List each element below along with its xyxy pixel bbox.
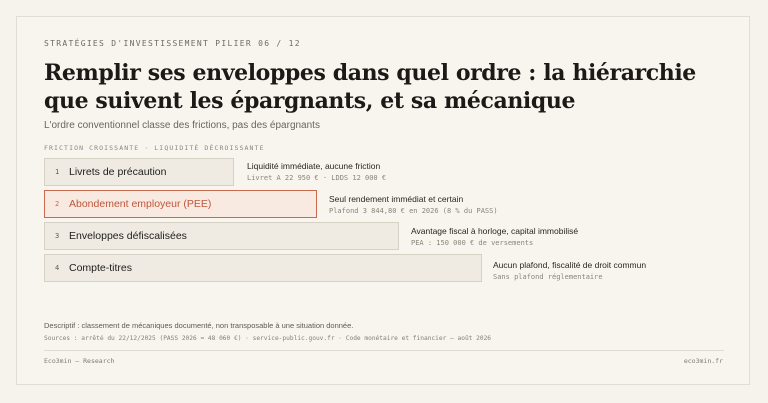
page-title: Remplir ses enveloppes dans quel ordre :…	[44, 60, 696, 114]
step-number: 1	[55, 168, 60, 176]
step-number: 3	[55, 232, 60, 240]
footer-divider	[44, 350, 724, 351]
step-number: 4	[55, 264, 60, 272]
step-compte-titres: 4 Compte-titres	[44, 254, 482, 282]
step-label: Compte-titres	[69, 262, 133, 274]
step-livrets: 1 Livrets de précaution	[44, 158, 234, 186]
footer-brand: Eco3min — Research	[44, 357, 115, 365]
step-note-text: Liquidité immédiate, aucune friction	[247, 161, 381, 171]
step-note-text: Avantage fiscal à horloge, capital immob…	[411, 226, 579, 236]
step-note-detail: Plafond 3 844,80 € en 2026 (8 % du PASS)	[329, 207, 498, 215]
step-note-text: Seul rendement immédiat et certain	[329, 194, 464, 204]
sources-text: Sources : arrêté du 22/12/2025 (PASS 202…	[44, 335, 492, 342]
step-note-abondement: Seul rendement immédiat et certain Plafo…	[329, 193, 498, 217]
step-label: Abondement employeur (PEE)	[69, 198, 212, 210]
eyebrow-label: STRATÉGIES D'INVESTISSEMENT PILIER 06 / …	[44, 39, 301, 48]
step-number: 2	[55, 200, 60, 208]
step-label: Livrets de précaution	[69, 166, 167, 178]
step-abondement: 2 Abondement employeur (PEE)	[44, 190, 317, 218]
footer-site-link[interactable]: eco3min.fr	[684, 357, 723, 365]
step-note-detail: Sans plafond réglementaire	[493, 273, 603, 281]
step-note-compte-titres: Aucun plafond, fiscalité de droit commun…	[493, 259, 646, 283]
step-label: Enveloppes défiscalisées	[69, 230, 187, 242]
step-note-detail: Livret A 22 950 € · LDDS 12 000 €	[247, 174, 387, 182]
page-subtitle: L'ordre conventionnel classe des frictio…	[44, 120, 320, 131]
axis-caption: FRICTION CROISSANTE · LIQUIDITÉ DÉCROISS…	[44, 144, 265, 152]
card-frame: STRATÉGIES D'INVESTISSEMENT PILIER 06 / …	[16, 16, 750, 385]
step-note-livrets: Liquidité immédiate, aucune friction Liv…	[247, 160, 386, 184]
step-enveloppes: 3 Enveloppes défiscalisées	[44, 222, 399, 250]
step-note-detail: PEA : 150 000 € de versements	[411, 239, 534, 247]
step-note-text: Aucun plafond, fiscalité de droit commun	[493, 260, 647, 270]
description-text: Descriptif : classement de mécaniques do…	[44, 321, 354, 330]
step-note-enveloppes: Avantage fiscal à horloge, capital immob…	[411, 225, 578, 249]
